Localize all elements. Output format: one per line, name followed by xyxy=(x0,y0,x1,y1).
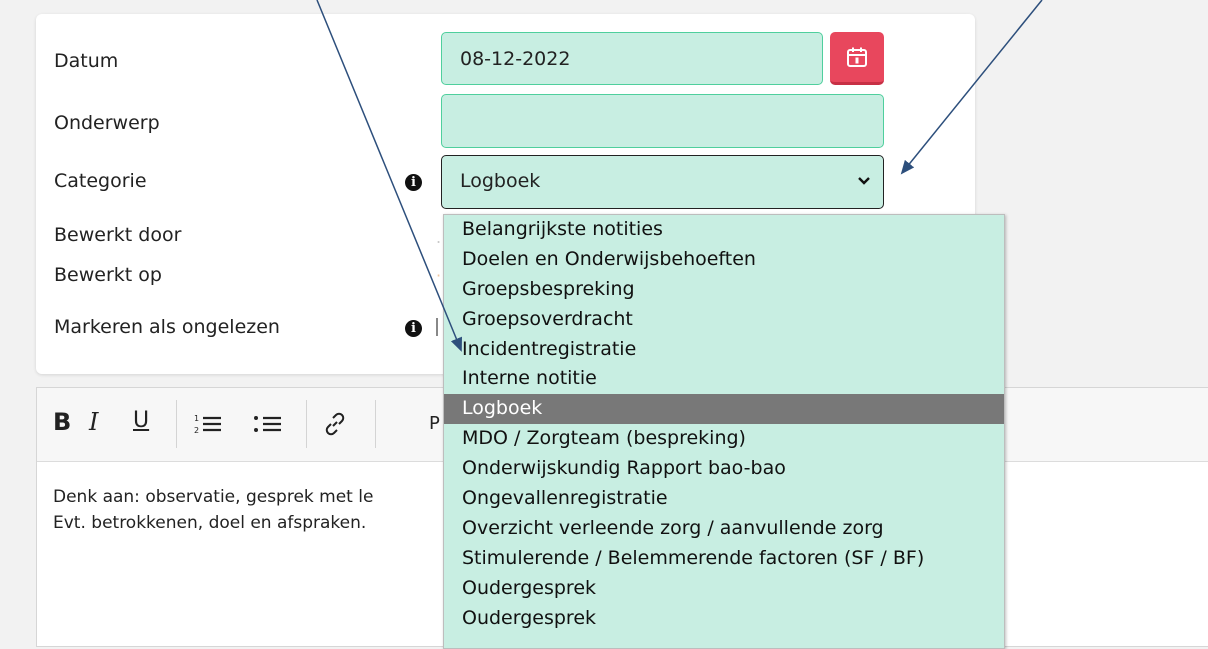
dropdown-option[interactable]: Logboek xyxy=(444,394,1004,425)
svg-text:2: 2 xyxy=(194,426,199,435)
markeren-label: Markeren als ongelezen xyxy=(54,316,280,338)
dropdown-option[interactable]: Incidentregistratie xyxy=(444,335,1004,365)
italic-button[interactable]: I xyxy=(89,408,98,436)
calendar-icon xyxy=(847,47,867,67)
markeren-toggle-partial[interactable] xyxy=(436,318,438,336)
dropdown-option[interactable]: MDO / Zorgteam (bespreking) xyxy=(444,424,1004,454)
dropdown-option[interactable]: Doelen en Onderwijsbehoeften xyxy=(444,245,1004,275)
onderwerp-input[interactable] xyxy=(441,94,884,148)
datum-input[interactable]: 08-12-2022 xyxy=(441,32,823,85)
bewerkt-op-label: Bewerkt op xyxy=(54,264,162,286)
toolbar-divider xyxy=(176,400,177,448)
dropdown-option[interactable]: Stimulerende / Belemmerende factoren (SF… xyxy=(444,544,1004,574)
dropdown-option[interactable]: Oudergesprek xyxy=(444,574,1004,604)
bewerkt-door-value-partial: . xyxy=(436,228,442,247)
svg-text:1: 1 xyxy=(194,414,199,423)
dropdown-option[interactable]: Ongevallenregistratie xyxy=(444,484,1004,514)
dropdown-option[interactable]: Onderwijskundig Rapport bao-bao xyxy=(444,454,1004,484)
datum-label: Datum xyxy=(54,50,119,72)
unordered-list-icon[interactable] xyxy=(253,413,283,435)
chevron-down-icon xyxy=(858,177,870,185)
underline-button[interactable]: U xyxy=(133,408,149,433)
info-icon[interactable]: i xyxy=(405,174,422,191)
categorie-dropdown-list[interactable]: Belangrijkste notities Doelen en Onderwij… xyxy=(443,214,1005,649)
onderwerp-label: Onderwerp xyxy=(54,112,160,134)
dropdown-option[interactable]: Groepsoverdracht xyxy=(444,305,1004,335)
toolbar-divider xyxy=(375,400,376,448)
dropdown-option[interactable]: Interne notitie xyxy=(444,364,1004,394)
dropdown-option[interactable]: Oudergesprek xyxy=(444,604,1004,634)
categorie-select[interactable]: Logboek xyxy=(441,155,884,209)
editor-line: Evt. betrokkenen, doel en afspraken. xyxy=(53,513,367,533)
calendar-button[interactable] xyxy=(830,32,884,85)
ordered-list-icon[interactable]: 1 2 xyxy=(193,413,223,435)
categorie-value: Logboek xyxy=(460,170,541,192)
paragraph-format-button[interactable]: P xyxy=(429,413,440,434)
editor-line: Denk aan: observatie, gesprek met le xyxy=(53,487,374,507)
datum-value: 08-12-2022 xyxy=(460,48,571,70)
dropdown-option[interactable]: Groepsbespreking xyxy=(444,275,1004,305)
dropdown-option[interactable]: Overzicht verleende zorg / aanvullende z… xyxy=(444,514,1004,544)
dropdown-option[interactable]: Belangrijkste notities xyxy=(444,215,1004,245)
info-icon[interactable]: i xyxy=(405,320,422,337)
editor-content[interactable]: Denk aan: observatie, gesprek met le Evt… xyxy=(53,484,373,536)
toolbar-divider xyxy=(306,400,307,448)
categorie-label: Categorie xyxy=(54,170,147,192)
bewerkt-op-value-partial: · xyxy=(436,266,442,285)
bold-button[interactable]: B xyxy=(53,408,71,436)
bewerkt-door-label: Bewerkt door xyxy=(54,224,182,246)
link-icon[interactable] xyxy=(322,411,348,437)
